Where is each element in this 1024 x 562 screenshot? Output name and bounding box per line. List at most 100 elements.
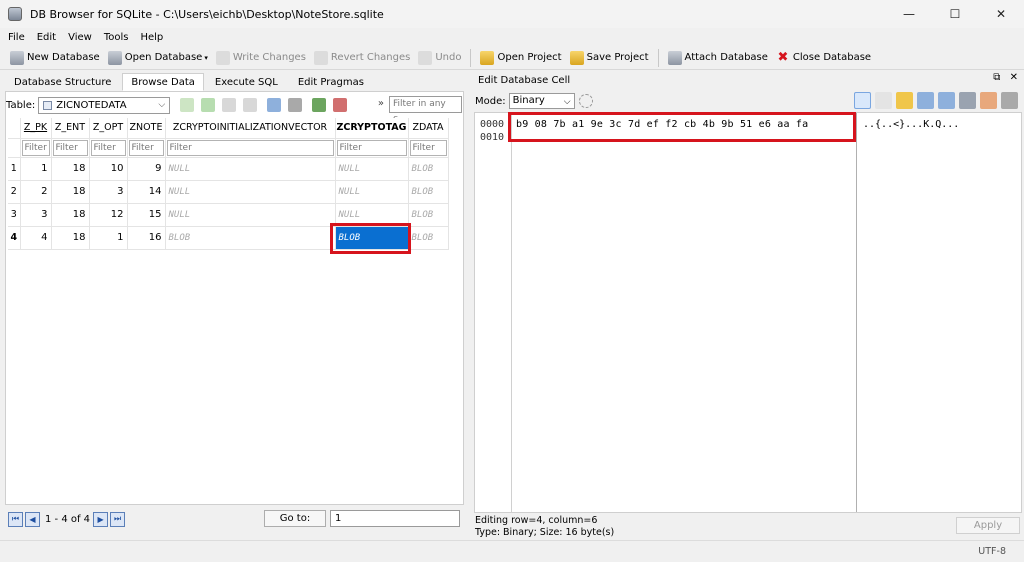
- column-filter-input[interactable]: Filter: [336, 139, 407, 156]
- word-wrap-icon[interactable]: [854, 92, 871, 109]
- table-cell[interactable]: BLOB: [165, 226, 336, 250]
- tab-edit-pragmas[interactable]: Edit Pragmas: [289, 73, 373, 91]
- write-changes-button[interactable]: Write Changes: [212, 47, 310, 69]
- column-header[interactable]: Z_PK: [20, 118, 52, 139]
- tab-execute-sql[interactable]: Execute SQL: [206, 73, 287, 91]
- new-database-button[interactable]: New Database: [6, 47, 104, 69]
- table-cell[interactable]: 16: [127, 226, 166, 250]
- undock-icon[interactable]: ⧉: [993, 72, 1000, 83]
- menu-edit[interactable]: Edit: [33, 32, 60, 43]
- tab-database-structure[interactable]: Database Structure: [5, 73, 120, 91]
- table-cell[interactable]: 2: [20, 180, 52, 204]
- column-header[interactable]: ZDATA: [408, 118, 449, 139]
- filter-clear-icon[interactable]: [180, 98, 195, 112]
- print-icon[interactable]: [288, 98, 303, 112]
- previous-record-button[interactable]: ◀: [25, 511, 40, 527]
- table-cell[interactable]: BLOB: [408, 157, 449, 181]
- table-cell[interactable]: 18: [51, 157, 90, 181]
- table-cell[interactable]: BLOB: [408, 226, 449, 250]
- table-cell[interactable]: NULL: [165, 180, 336, 204]
- chevron-right-icon[interactable]: »: [378, 98, 384, 109]
- table-cell[interactable]: 14: [127, 180, 166, 204]
- maximize-button[interactable]: ☐: [932, 0, 978, 28]
- save-icon[interactable]: [938, 92, 955, 109]
- auto-format-icon[interactable]: [875, 92, 892, 109]
- table-cell[interactable]: 15: [127, 203, 166, 227]
- corner-cell[interactable]: [8, 118, 21, 139]
- menu-help[interactable]: Help: [136, 32, 167, 43]
- undo-button[interactable]: Undo: [414, 47, 465, 69]
- column-filter-input[interactable]: Filter: [128, 139, 164, 156]
- table-cell[interactable]: 4: [20, 226, 52, 250]
- auto-switch-icon[interactable]: [578, 94, 593, 108]
- table-cell[interactable]: NULL: [335, 157, 409, 181]
- close-icon[interactable]: ✕: [1010, 72, 1018, 83]
- import-icon[interactable]: [896, 92, 913, 109]
- column-header[interactable]: ZNOTE: [127, 118, 166, 139]
- clear-sort-icon[interactable]: [222, 98, 237, 112]
- menu-file[interactable]: File: [4, 32, 29, 43]
- column-header[interactable]: Z_OPT: [89, 118, 128, 139]
- column-header[interactable]: ZCRYPTOINITIALIZATIONVECTOR: [165, 118, 336, 139]
- hex-ascii[interactable]: ..{..<}...K.Q...: [863, 118, 959, 131]
- global-filter-input[interactable]: Filter in any c...: [389, 96, 462, 124]
- sort-icon[interactable]: [243, 98, 258, 112]
- first-record-button[interactable]: ⏮: [8, 511, 23, 527]
- table-cell[interactable]: BLOB: [408, 203, 449, 227]
- table-cell[interactable]: 9: [127, 157, 166, 181]
- row-header[interactable]: 1: [8, 157, 21, 181]
- table-cell[interactable]: 12: [89, 203, 128, 227]
- table-cell[interactable]: 1: [89, 226, 128, 250]
- table-cell[interactable]: NULL: [165, 203, 336, 227]
- last-record-button[interactable]: ⏭: [110, 511, 126, 527]
- table-select[interactable]: ZICNOTEDATA ⌵: [38, 96, 171, 114]
- row-header[interactable]: 4: [8, 226, 21, 250]
- column-header[interactable]: Z_ENT: [51, 118, 90, 139]
- open-database-button[interactable]: Open Database ▾: [104, 47, 212, 69]
- table-cell[interactable]: 18: [51, 226, 90, 250]
- row-header[interactable]: 2: [8, 180, 21, 204]
- menu-tools[interactable]: Tools: [100, 32, 133, 43]
- table-cell[interactable]: NULL: [165, 157, 336, 181]
- set-null-icon[interactable]: [980, 92, 997, 109]
- open-project-button[interactable]: Open Project: [476, 47, 565, 69]
- row-header[interactable]: 3: [8, 203, 21, 227]
- save-filter-icon[interactable]: [267, 98, 282, 112]
- insert-record-icon[interactable]: [312, 98, 327, 112]
- table-cell[interactable]: 18: [51, 180, 90, 204]
- goto-input[interactable]: 1: [330, 510, 460, 527]
- close-database-button[interactable]: ✖ Close Database: [772, 47, 875, 69]
- save-project-button[interactable]: Save Project: [566, 47, 653, 69]
- image-icon[interactable]: [959, 92, 976, 109]
- column-header[interactable]: ZCRYPTOTAG: [335, 118, 409, 139]
- minimize-button[interactable]: —: [886, 0, 932, 28]
- table-cell[interactable]: 1: [20, 157, 52, 181]
- table-cell[interactable]: NULL: [335, 180, 409, 204]
- column-filter-input[interactable]: Filter: [21, 139, 50, 156]
- apply-button[interactable]: Apply: [956, 517, 1020, 534]
- column-filter-input[interactable]: Filter: [166, 139, 334, 156]
- hex-editor[interactable]: 0000 0010 b9 08 7b a1 9e 3c 7d ef f2 cb …: [474, 112, 1022, 513]
- revert-changes-button[interactable]: Revert Changes: [310, 47, 414, 69]
- next-record-button[interactable]: ▶: [93, 511, 109, 527]
- refresh-icon[interactable]: [201, 98, 216, 112]
- attach-database-button[interactable]: Attach Database: [664, 47, 772, 69]
- table-row[interactable]: 2 2 18 3 14 NULL NULL BLOB: [8, 180, 449, 204]
- column-filter-input[interactable]: Filter: [409, 139, 447, 156]
- table-cell[interactable]: 18: [51, 203, 90, 227]
- goto-button[interactable]: Go to:: [264, 510, 326, 527]
- table-cell[interactable]: 3: [89, 180, 128, 204]
- print-icon[interactable]: [1001, 92, 1018, 109]
- column-filter-input[interactable]: Filter: [90, 139, 126, 156]
- export-icon[interactable]: [917, 92, 934, 109]
- table-row[interactable]: 1 1 18 10 9 NULL NULL BLOB: [8, 157, 449, 181]
- table-cell[interactable]: 10: [89, 157, 128, 181]
- tab-browse-data[interactable]: Browse Data: [122, 73, 204, 91]
- mode-select[interactable]: Binary ⌵: [508, 93, 575, 109]
- table-cell[interactable]: BLOB: [408, 180, 449, 204]
- table-cell[interactable]: 3: [20, 203, 52, 227]
- column-filter-input[interactable]: Filter: [52, 139, 88, 156]
- delete-record-icon[interactable]: [333, 98, 348, 112]
- close-window-button[interactable]: ✕: [978, 0, 1024, 28]
- menu-view[interactable]: View: [64, 32, 96, 43]
